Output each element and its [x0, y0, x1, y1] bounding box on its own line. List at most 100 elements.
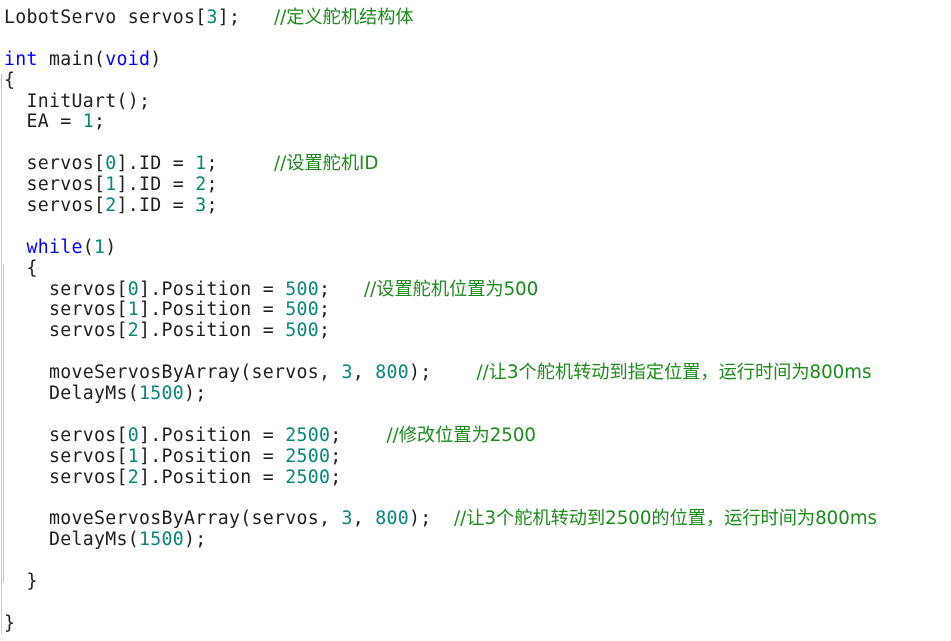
code-token: servos[: [4, 445, 128, 467]
number-token: 3: [206, 7, 218, 28]
number-token: 1: [195, 153, 207, 175]
number-token: 3: [341, 362, 353, 384]
number-token: 1: [82, 111, 94, 133]
code-line[interactable]: [4, 488, 877, 509]
code-token: ];: [217, 7, 274, 28]
comment-token: //修改位置为2500: [386, 424, 536, 446]
code-line[interactable]: {: [4, 69, 877, 92]
code-token: ;: [206, 153, 274, 175]
code-line[interactable]: int main(void): [4, 48, 877, 71]
code-token: ;: [206, 195, 218, 217]
code-token: ;: [319, 320, 331, 342]
code-token: ].Position =: [139, 424, 286, 446]
code-token: servos[: [4, 299, 128, 321]
number-token: 2: [195, 174, 207, 196]
code-line[interactable]: [4, 342, 877, 363]
code-token: servos[: [4, 278, 128, 300]
code-token: ].Position =: [139, 278, 286, 300]
code-token: servos[: [4, 174, 106, 196]
number-token: 0: [105, 153, 117, 175]
code-line[interactable]: InitUart();: [4, 90, 877, 113]
code-line[interactable]: }: [4, 571, 877, 593]
code-token: ;: [206, 174, 218, 196]
code-token: ): [105, 236, 117, 258]
code-line[interactable]: LobotServo servos[3]; //定义舵机结构体: [4, 7, 877, 29]
code-line[interactable]: servos[2].Position = 2500;: [4, 466, 877, 489]
code-line[interactable]: servos[0].Position = 500; //设置舵机位置为500: [4, 278, 877, 301]
code-line[interactable]: moveServosByArray(servos, 3, 800); //让3个…: [4, 362, 877, 384]
code-token: ;: [319, 278, 364, 300]
number-token: 1: [127, 299, 139, 321]
code-token: DelayMs(: [4, 529, 139, 551]
code-line[interactable]: servos[2].Position = 500;: [4, 320, 877, 342]
comment-token: //设置舵机ID: [274, 153, 379, 175]
number-token: 0: [127, 278, 139, 300]
code-line[interactable]: servos[0].Position = 2500; //修改位置为2500: [4, 424, 877, 447]
code-token: ].Position =: [139, 299, 286, 321]
code-line[interactable]: [4, 593, 877, 614]
number-token: 3: [195, 195, 207, 217]
code-line[interactable]: EA = 1;: [4, 112, 877, 133]
code-token: {: [4, 69, 16, 91]
number-token: 2500: [285, 466, 331, 488]
code-line[interactable]: while(1): [4, 236, 877, 259]
code-line[interactable]: servos[2].ID = 3;: [4, 195, 877, 217]
fold-guide-main: [1, 74, 2, 634]
code-token: servos[: [4, 320, 128, 342]
number-token: 1: [127, 445, 139, 467]
code-token: ): [150, 48, 162, 70]
comment-token: //设置舵机位置为500: [364, 278, 539, 300]
code-line[interactable]: servos[1].Position = 2500;: [4, 445, 877, 468]
comment-token: //定义舵机结构体: [274, 7, 414, 28]
code-token: );: [409, 362, 477, 384]
code-editor[interactable]: LobotServo servos[3]; //定义舵机结构体 int main(…: [0, 0, 951, 641]
code-token: LobotServo servos[: [4, 7, 207, 28]
number-token: 3: [341, 508, 353, 530]
code-line[interactable]: DelayMs(1500);: [4, 383, 877, 405]
number-token: 1500: [139, 529, 184, 551]
number-token: 1500: [139, 383, 184, 405]
code-line[interactable]: [4, 217, 877, 238]
code-token: }: [4, 612, 16, 634]
number-token: 1: [94, 236, 106, 258]
code-line[interactable]: [4, 133, 877, 154]
code-token: servos[: [4, 424, 128, 446]
comment-token: //让3个舵机转动到2500的位置，运行时间为800ms: [454, 508, 878, 530]
number-token: 2: [127, 466, 139, 488]
code-token: ].Position =: [139, 320, 286, 342]
number-token: 2500: [285, 445, 331, 467]
code-token: }: [4, 571, 38, 593]
code-token: ].Position =: [139, 445, 286, 467]
code-line[interactable]: servos[0].ID = 1; //设置舵机ID: [4, 153, 877, 175]
number-token: 2: [105, 195, 117, 217]
code-line[interactable]: [4, 29, 877, 50]
number-token: 800: [375, 362, 409, 384]
code-line[interactable]: moveServosByArray(servos, 3, 800); //让3个…: [4, 508, 878, 530]
number-token: 500: [285, 320, 319, 342]
code-token: );: [184, 383, 207, 405]
code-token: moveServosByArray(servos,: [4, 508, 342, 530]
code-token: ].ID =: [116, 195, 196, 217]
code-token: InitUart();: [4, 90, 151, 112]
number-token: 800: [375, 508, 409, 530]
code-token: servos[: [4, 466, 128, 488]
code-line[interactable]: servos[1].Position = 500;: [4, 300, 877, 321]
code-token: ].ID =: [116, 174, 196, 196]
number-token: 0: [127, 424, 139, 446]
keyword-token: while: [26, 236, 83, 258]
code-line[interactable]: {: [4, 258, 877, 280]
code-line[interactable]: [4, 405, 877, 426]
code-token: (: [82, 236, 94, 258]
code-line[interactable]: servos[1].ID = 2;: [4, 174, 877, 196]
code-token: ;: [94, 111, 106, 133]
code-token: moveServosByArray(servos,: [4, 362, 342, 384]
number-token: 500: [285, 278, 319, 300]
code-line[interactable]: }: [4, 612, 877, 635]
code-line[interactable]: [4, 551, 877, 572]
number-token: 2500: [285, 424, 331, 446]
code-token: servos[: [4, 153, 106, 175]
code-text-area[interactable]: LobotServo servos[3]; //定义舵机结构体 int main(…: [4, 7, 878, 635]
code-line[interactable]: DelayMs(1500);: [4, 529, 877, 551]
keyword-token: void: [105, 48, 151, 70]
